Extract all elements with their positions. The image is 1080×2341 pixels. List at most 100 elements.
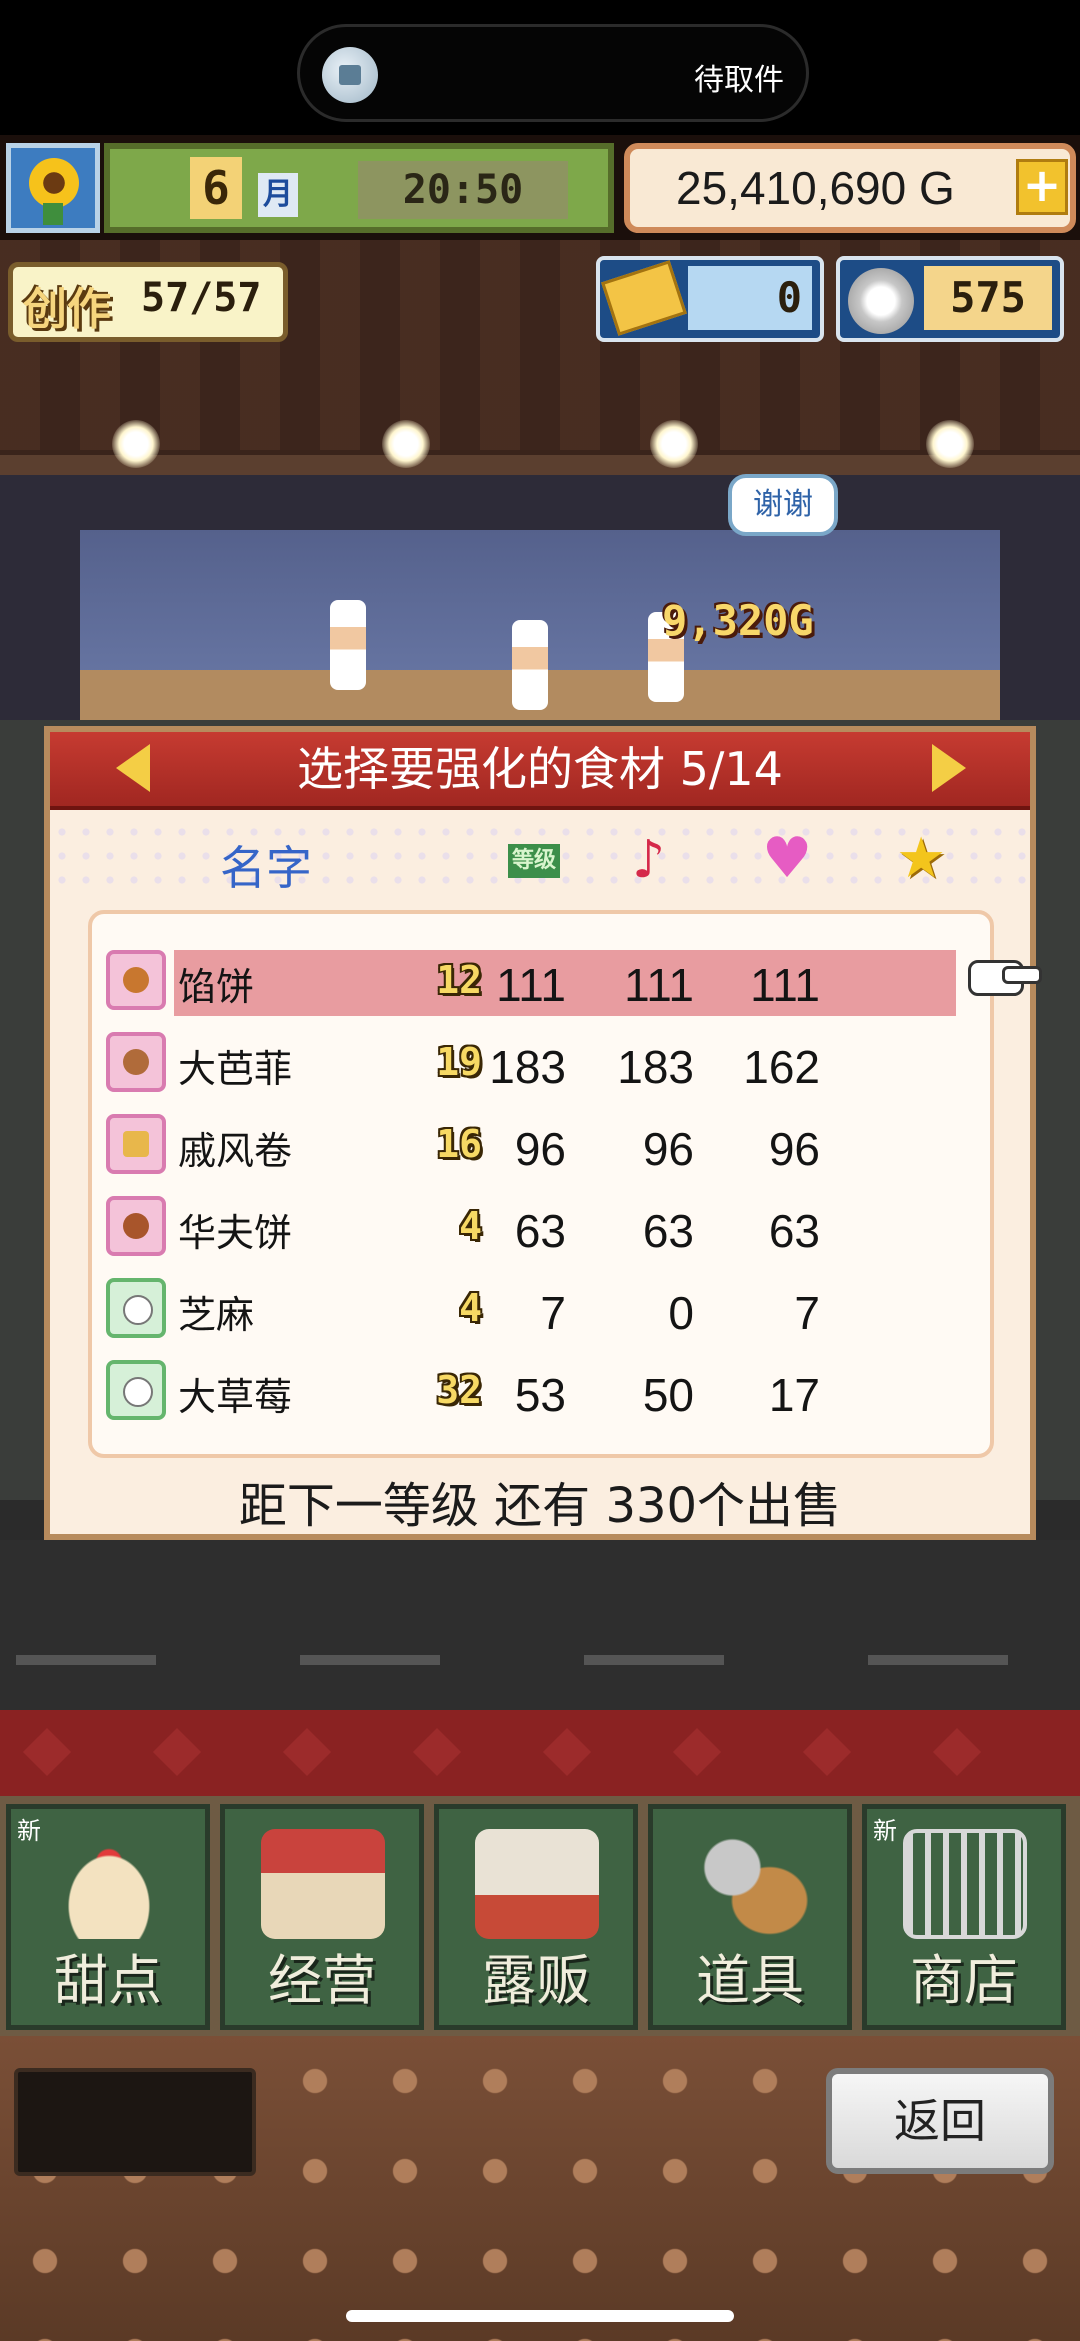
column-level[interactable]: 等级 xyxy=(508,844,560,878)
next-level-hint: 距下一等级 还有 330个出售 xyxy=(238,1478,842,1534)
column-name[interactable]: 名字 xyxy=(220,832,312,898)
road-marking xyxy=(868,1655,1008,1665)
menu-button-items[interactable]: 道具 xyxy=(648,1804,852,2030)
menu-label: 露贩 xyxy=(482,1949,590,2012)
chiffon-roll-icon xyxy=(106,1114,166,1174)
money-value: 25,410,690 G xyxy=(676,162,955,214)
dynamic-island-notification[interactable]: 待取件 xyxy=(297,24,809,122)
medal-count: 575 xyxy=(924,266,1052,330)
road-marking xyxy=(584,1655,724,1665)
music-note-icon[interactable]: ♪ xyxy=(632,830,665,890)
road-marking xyxy=(16,1655,156,1665)
list-item[interactable]: 戚风卷 16 96 96 96 xyxy=(106,1114,976,1180)
list-item[interactable]: 芝麻 4 7 0 7 xyxy=(106,1278,976,1344)
item-stat-heart: 96 xyxy=(642,1123,694,1175)
item-stat-note: 96 xyxy=(514,1123,566,1175)
menu-button-desserts[interactable]: 新 甜点 xyxy=(6,1804,210,2030)
seed-bag-icon xyxy=(106,1360,166,1420)
gold-ticket-icon xyxy=(601,260,687,336)
item-stat-note: 183 xyxy=(489,1041,566,1093)
list-item[interactable]: 大草莓 32 53 50 17 xyxy=(106,1360,976,1426)
ceiling-light xyxy=(650,420,698,468)
item-stat-note: 53 xyxy=(514,1369,566,1421)
month-number: 6 xyxy=(190,157,242,219)
create-panel: 创作 57/57 xyxy=(8,262,288,342)
list-item[interactable]: 大芭菲 19 183 183 162 xyxy=(106,1032,976,1098)
list-item[interactable]: 华夫饼 4 63 63 63 xyxy=(106,1196,976,1262)
menu-button-store[interactable]: 新 商店 xyxy=(862,1804,1066,2030)
dialog-title-bar: 选择要强化的食材 5/14 xyxy=(50,732,1030,810)
menu-label: 甜点 xyxy=(54,1949,162,2012)
menu-button-food-truck[interactable]: 露贩 xyxy=(434,1804,638,2030)
item-stat-star: 17 xyxy=(768,1369,820,1421)
package-icon xyxy=(322,47,378,103)
heart-icon[interactable]: ♥ xyxy=(762,826,812,891)
chef xyxy=(330,600,366,690)
plus-icon[interactable]: + xyxy=(1016,159,1068,215)
bottom-menu: 新 甜点 经营 露贩 道具 新 商店 xyxy=(0,1796,1080,2036)
home-indicator[interactable] xyxy=(346,2310,734,2322)
shop-icon xyxy=(261,1829,385,1939)
item-stat-note: 111 xyxy=(496,959,566,1011)
item-stat-heart: 50 xyxy=(642,1369,694,1421)
notification-text: 待取件 xyxy=(694,63,784,98)
food-truck-icon xyxy=(475,1829,599,1939)
pointing-hand-icon xyxy=(968,954,1042,996)
menu-button-management[interactable]: 经营 xyxy=(220,1804,424,2030)
date-time-panel: 6 月 20:50 xyxy=(104,143,614,233)
item-stat-heart: 183 xyxy=(617,1041,694,1093)
clock: 20:50 xyxy=(358,161,568,219)
chef xyxy=(512,620,548,710)
top-hud: 6 月 20:50 25,410,690 G + xyxy=(0,135,1080,240)
empty-slot xyxy=(14,2068,256,2176)
month-label: 月 xyxy=(258,173,298,217)
item-stat-heart: 0 xyxy=(668,1287,694,1339)
arrow-right-icon[interactable] xyxy=(932,744,966,792)
waffle-icon xyxy=(106,1196,166,1256)
status-bar: 待取件 xyxy=(0,0,1080,135)
list-item[interactable]: 馅饼 12 111 111 111 xyxy=(106,950,976,1016)
ceiling-light xyxy=(926,420,974,468)
road-marking xyxy=(300,1655,440,1665)
road xyxy=(0,1540,1080,1710)
gear-sack-icon xyxy=(689,1829,813,1939)
menu-label: 经营 xyxy=(268,1949,376,2012)
menu-label: 商店 xyxy=(910,1949,1018,2012)
cake-icon xyxy=(47,1829,171,1939)
item-stat-note: 63 xyxy=(514,1205,566,1257)
speech-bubble: 谢谢 xyxy=(728,474,838,536)
ticket-panel: 0 xyxy=(596,256,824,342)
back-button[interactable]: 返回 xyxy=(826,2068,1054,2174)
seed-bag-icon xyxy=(106,1278,166,1338)
new-badge: 新 xyxy=(17,1817,41,1845)
item-stat-star: 63 xyxy=(768,1205,820,1257)
menu-label: 道具 xyxy=(696,1949,804,2012)
new-badge: 新 xyxy=(873,1817,897,1845)
item-name: 馅饼 xyxy=(178,965,255,1009)
item-stat-heart: 63 xyxy=(642,1205,694,1257)
create-label: 创作 xyxy=(23,284,111,335)
ingredient-upgrade-dialog: 选择要强化的食材 5/14 名字 等级 ♪ ♥ ★ 馅饼 12 111 111 … xyxy=(44,726,1042,1540)
ceiling-light xyxy=(382,420,430,468)
sunflower-icon xyxy=(6,143,100,233)
silver-medal-icon xyxy=(848,268,914,334)
item-stat-heart: 111 xyxy=(624,959,694,1011)
dialog-title: 选择要强化的食材 5/14 xyxy=(297,742,783,796)
item-stat-star: 7 xyxy=(794,1287,820,1339)
ticket-count: 0 xyxy=(688,266,812,330)
pie-icon xyxy=(106,950,166,1010)
create-count: 57/57 xyxy=(141,275,262,321)
item-stat-note: 7 xyxy=(540,1287,566,1339)
ceiling-light xyxy=(112,420,160,468)
item-name: 大草莓 xyxy=(178,1375,293,1419)
column-header-row: 名字 等级 ♪ ♥ ★ xyxy=(50,820,1030,900)
ingredient-list: 馅饼 12 111 111 111 大芭菲 19 183 183 162 戚风卷… xyxy=(88,910,994,1458)
item-stat-star: 111 xyxy=(750,959,820,1011)
item-name: 戚风卷 xyxy=(178,1129,293,1173)
medal-panel: 575 xyxy=(836,256,1064,342)
money-panel: 25,410,690 G + xyxy=(624,143,1076,233)
earnings-popup: 9,320G xyxy=(662,596,814,645)
shopping-cart-icon xyxy=(903,1829,1027,1939)
star-icon[interactable]: ★ xyxy=(896,826,946,891)
parfait-icon xyxy=(106,1032,166,1092)
